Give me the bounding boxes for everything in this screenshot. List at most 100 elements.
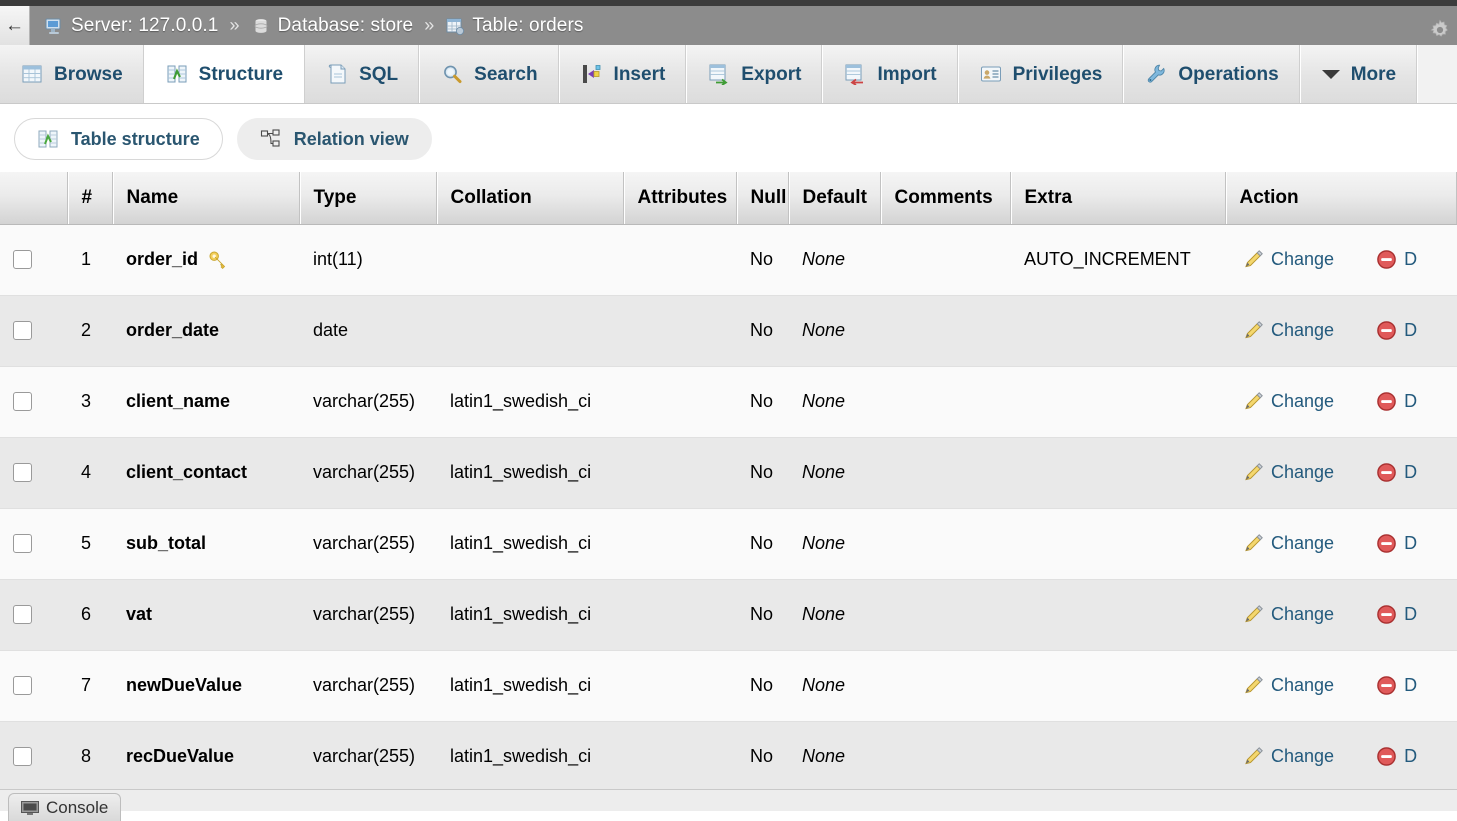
row-column-name: client_name (126, 391, 230, 412)
change-column-link[interactable]: Change (1239, 746, 1348, 767)
column-header-attributes[interactable]: Attributes (624, 172, 737, 224)
column-header-default[interactable]: Default (789, 172, 881, 224)
row-checkbox[interactable] (13, 463, 32, 482)
row-type: varchar(255) (300, 508, 437, 579)
row-null: No (737, 224, 789, 295)
column-header-action[interactable]: Action (1226, 172, 1457, 224)
change-column-link[interactable]: Change (1239, 391, 1348, 412)
row-column-name: sub_total (126, 533, 206, 554)
tab-privileges[interactable]: Privileges (959, 45, 1125, 103)
row-checkbox[interactable] (13, 392, 32, 411)
row-column-name-cell: recDueValue (113, 721, 300, 792)
breadcrumb-server[interactable]: Server: 127.0.0.1 (44, 15, 218, 37)
row-null: No (737, 437, 789, 508)
row-collation: latin1_swedish_ci (437, 366, 624, 437)
change-column-link[interactable]: Change (1239, 604, 1348, 625)
drop-column-link[interactable]: D (1348, 320, 1431, 341)
breadcrumb-database[interactable]: Database: store (251, 15, 414, 37)
column-header-select[interactable] (0, 172, 68, 224)
change-column-link[interactable]: Change (1239, 533, 1348, 554)
row-checkbox[interactable] (13, 747, 32, 766)
row-column-name-cell: newDueValue (113, 650, 300, 721)
row-checkbox[interactable] (13, 250, 32, 269)
tab-export-label: Export (741, 65, 801, 84)
row-type: date (300, 295, 437, 366)
column-header-name[interactable]: Name (113, 172, 300, 224)
row-extra (1011, 579, 1226, 650)
change-column-link[interactable]: Change (1239, 249, 1348, 270)
column-header-index[interactable]: # (68, 172, 113, 224)
row-type: varchar(255) (300, 721, 437, 792)
row-extra (1011, 295, 1226, 366)
row-checkbox[interactable] (13, 534, 32, 553)
main-tab-bar: Browse Structure SQL (0, 45, 1457, 104)
tab-export[interactable]: Export (687, 45, 823, 103)
tab-structure[interactable]: Structure (145, 45, 305, 104)
tab-more[interactable]: More (1301, 45, 1418, 103)
row-column-name-cell: client_contact (113, 437, 300, 508)
drop-column-link[interactable]: D (1348, 533, 1431, 554)
tab-import[interactable]: Import (823, 45, 958, 103)
row-collation: latin1_swedish_ci (437, 650, 624, 721)
breadcrumb-table[interactable]: Table: orders (445, 15, 583, 37)
back-button[interactable]: ← (0, 6, 30, 45)
console-toggle[interactable]: Console (8, 793, 121, 821)
gear-icon[interactable] (1429, 19, 1451, 41)
tab-sql[interactable]: SQL (305, 45, 420, 103)
row-checkbox[interactable] (13, 321, 32, 340)
tab-browse[interactable]: Browse (0, 45, 145, 103)
row-select-cell (0, 508, 68, 579)
tab-import-label: Import (877, 65, 936, 84)
column-header-collation[interactable]: Collation (437, 172, 624, 224)
sub-tab-bar: Table structure Relation view (0, 104, 1457, 172)
drop-column-link[interactable]: D (1348, 604, 1431, 625)
drop-column-link[interactable]: D (1348, 462, 1431, 483)
pencil-icon (1243, 533, 1264, 554)
column-header-type[interactable]: Type (300, 172, 437, 224)
breadcrumb-bar: ← Server: 127.0.0.1 » Database: store » (0, 0, 1457, 45)
row-collation (437, 224, 624, 295)
database-icon (251, 16, 271, 36)
row-extra (1011, 508, 1226, 579)
row-default: None (789, 224, 881, 295)
row-checkbox[interactable] (13, 676, 32, 695)
import-icon (844, 63, 866, 85)
drop-column-link[interactable]: D (1348, 249, 1431, 270)
change-column-label: Change (1271, 675, 1334, 696)
row-type: varchar(255) (300, 579, 437, 650)
change-column-label: Change (1271, 391, 1334, 412)
table-row: 3client_namevarchar(255)latin1_swedish_c… (0, 366, 1457, 437)
row-column-name-cell: order_id (113, 224, 300, 295)
change-column-link[interactable]: Change (1239, 462, 1348, 483)
table-header-row: # Name Type Collation Attributes Null De… (0, 172, 1457, 224)
drop-column-link[interactable]: D (1348, 391, 1431, 412)
column-header-comments[interactable]: Comments (881, 172, 1011, 224)
drop-column-label: D (1404, 249, 1417, 270)
tab-search[interactable]: Search (420, 45, 559, 103)
row-select-cell (0, 650, 68, 721)
row-actions: Change D (1226, 224, 1457, 295)
change-column-link[interactable]: Change (1239, 320, 1348, 341)
tab-insert[interactable]: Insert (560, 45, 688, 103)
row-actions: ChangeD (1226, 721, 1457, 792)
pencil-icon (1243, 675, 1264, 696)
drop-column-link[interactable]: D (1348, 675, 1431, 696)
row-null: No (737, 508, 789, 579)
row-type: varchar(255) (300, 437, 437, 508)
subtab-relation-view[interactable]: Relation view (237, 118, 432, 160)
tab-operations[interactable]: Operations (1124, 45, 1300, 103)
row-select-cell (0, 224, 68, 295)
change-column-link[interactable]: Change (1239, 675, 1348, 696)
monitor-icon (21, 801, 39, 815)
drop-column-label: D (1404, 320, 1417, 341)
row-checkbox[interactable] (13, 605, 32, 624)
column-header-null[interactable]: Null (737, 172, 789, 224)
row-actions: Change D (1226, 650, 1457, 721)
drop-column-link[interactable]: D (1348, 746, 1431, 767)
row-comments (881, 295, 1011, 366)
row-actions: ChangeD (1226, 508, 1457, 579)
column-header-extra[interactable]: Extra (1011, 172, 1226, 224)
row-type: varchar(255) (300, 366, 437, 437)
breadcrumb-database-label: Database: store (278, 15, 414, 37)
subtab-table-structure[interactable]: Table structure (14, 118, 223, 160)
